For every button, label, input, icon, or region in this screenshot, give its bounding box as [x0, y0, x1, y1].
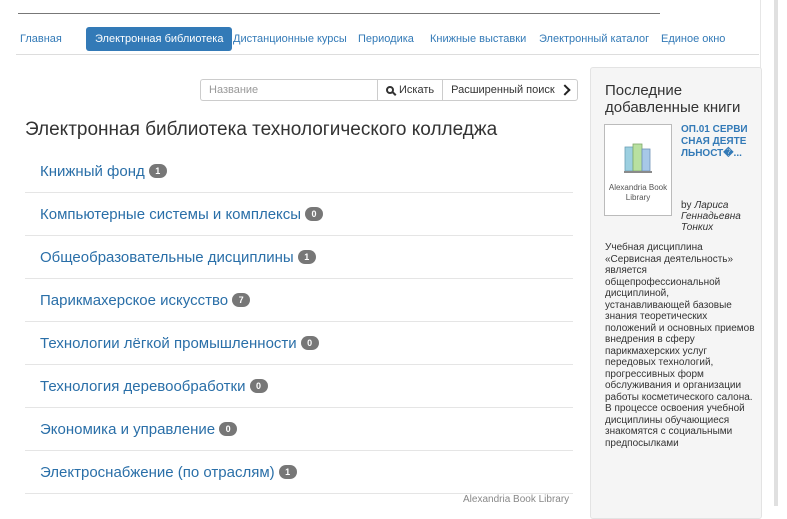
by-label: by — [681, 200, 692, 211]
category-item[interactable]: Общеобразовательные дисциплины 1 — [25, 236, 573, 279]
tab-single-window[interactable]: Единое окно — [661, 28, 725, 50]
scrollbar[interactable] — [774, 0, 778, 506]
count-badge: 0 — [305, 207, 324, 221]
category-name: Технологии лёгкой промышленности — [40, 334, 297, 352]
book-author: by Лариса Геннадьевна Тонких — [681, 200, 755, 233]
footer-label: Alexandria Book Library — [463, 494, 570, 505]
advanced-search-label: Расширенный поиск — [451, 84, 555, 96]
chevron-right-icon — [559, 84, 571, 96]
category-item[interactable]: Парикмахерское искусство 7 — [25, 279, 573, 322]
category-name: Технология деревообработки — [40, 377, 246, 395]
tab-electronic-catalog[interactable]: Электронный каталог — [539, 28, 649, 50]
tab-distance-courses[interactable]: Дистанционные курсы — [233, 28, 347, 50]
book-cover[interactable]: Alexandria Book Library — [604, 124, 672, 216]
category-item[interactable]: Технологии лёгкой промышленности 0 — [25, 322, 573, 365]
book-title-link[interactable]: ОП.01 СЕРВИСНАЯ ДЕЯТЕЛЬНОСТ�... — [681, 124, 753, 160]
category-name: Общеобразовательные дисциплины — [40, 248, 294, 266]
count-badge: 0 — [219, 422, 238, 436]
category-item[interactable]: Электроснабжение (по отраслям) 1 — [25, 451, 573, 494]
category-item[interactable]: Компьютерные системы и комплексы 0 — [25, 193, 573, 236]
search-bar: Искать Расширенный поиск — [200, 79, 578, 101]
search-input[interactable] — [200, 79, 377, 101]
category-name: Компьютерные системы и комплексы — [40, 205, 302, 223]
category-name: Электроснабжение (по отраслям) — [40, 463, 275, 481]
count-badge: 7 — [232, 293, 251, 307]
count-badge: 1 — [148, 164, 167, 178]
search-icon — [386, 86, 394, 94]
category-name: Книжный фонд — [40, 162, 145, 180]
category-name: Парикмахерское искусство — [40, 291, 229, 309]
category-item[interactable]: Книжный фонд 1 — [25, 150, 573, 193]
category-item[interactable]: Технология деревообработки 0 — [25, 365, 573, 408]
tab-electronic-library[interactable]: Электронная библиотека — [86, 27, 233, 51]
category-item[interactable]: Экономика и управление 0 — [25, 408, 573, 451]
search-button-label: Искать — [399, 84, 435, 96]
search-button[interactable]: Искать — [377, 79, 443, 101]
recent-books-panel: Последние добавленные книги Alexandria B… — [590, 67, 762, 519]
sidebar-title: Последние добавленные книги — [605, 82, 741, 116]
tab-home[interactable]: Главная — [20, 28, 62, 50]
advanced-search-button[interactable]: Расширенный поиск — [442, 79, 578, 101]
category-name: Экономика и управление — [40, 420, 216, 438]
tab-book-exhibitions[interactable]: Книжные выставки — [430, 28, 526, 50]
count-badge: 1 — [278, 465, 297, 479]
books-icon — [624, 143, 652, 173]
cover-caption: Alexandria Book Library — [608, 183, 668, 202]
count-badge: 0 — [300, 336, 319, 350]
category-list: Книжный фонд 1 Компьютерные системы и ко… — [25, 150, 573, 494]
top-divider — [18, 13, 660, 14]
book-description: Учебная дисциплина «Сервисная деятельнос… — [605, 242, 755, 449]
count-badge: 1 — [297, 250, 316, 264]
main-nav: Главная Электронная библиотека Дистанцио… — [16, 26, 759, 55]
page-title: Электронная библиотека технологического … — [25, 119, 498, 140]
tab-periodicals[interactable]: Периодика — [358, 28, 414, 50]
count-badge: 0 — [249, 379, 268, 393]
